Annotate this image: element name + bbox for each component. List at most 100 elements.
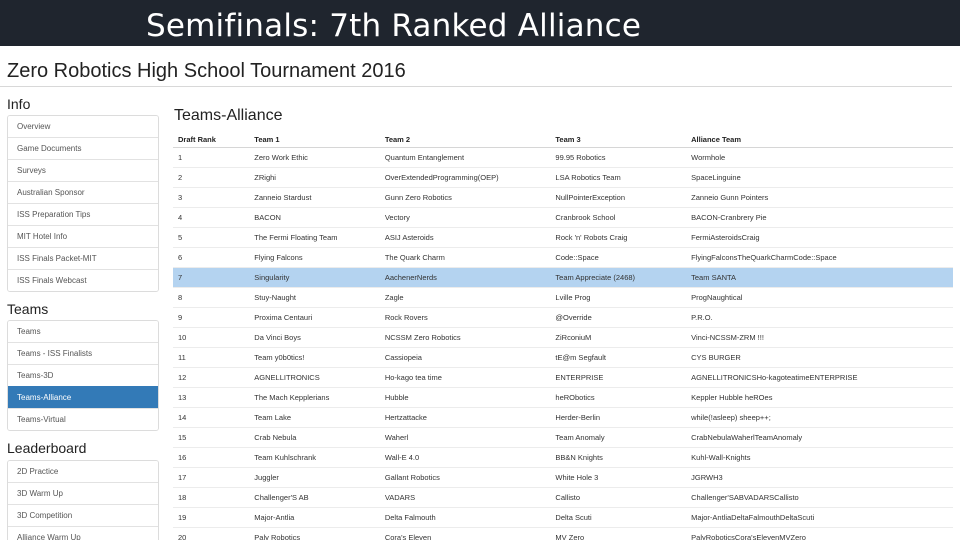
table-row[interactable]: 9 Proxima Centauri Rock Rovers @Override P.R… <box>173 307 953 328</box>
table-cell-team-2: OverExtendedProgramming(OEP) <box>379 167 551 188</box>
table-row[interactable]: 4 BACON Vectory Cranbrook School BACON-Cranb… <box>173 207 953 228</box>
table-cell-team-2: Gunn Zero Robotics <box>379 187 551 208</box>
table-cell-alliance-team: PalyRoboticsCora'sElevenMVZero <box>686 527 953 540</box>
table-cell-team-3: MV Zero <box>550 527 687 540</box>
table-cell-alliance-team: Wormhole <box>686 147 953 168</box>
sidebar-item-surveys[interactable]: Surveys <box>8 159 158 181</box>
site-title: Zero Robotics High School Tournament 201… <box>7 60 406 82</box>
table-cell-team-1: Team Lake <box>249 407 380 428</box>
sidebar-item-iss-finals-packet-mit[interactable]: ISS Finals Packet-MIT <box>8 247 158 269</box>
selection-highlight: AachenerNerds <box>379 268 551 287</box>
sidebar-heading-teams: Teams <box>7 301 49 317</box>
sidebar-item-game-documents[interactable]: Game Documents <box>8 137 158 159</box>
table-cell-draft-rank: 3 <box>173 187 250 208</box>
table-cell-team-2: AachenerNerds <box>379 267 551 288</box>
table-row[interactable]: 10 Da Vinci Boys NCSSM Zero Robotics ZiRcon… <box>173 327 953 348</box>
table-cell-alliance-team: FermiAsteroidsCraig <box>686 227 953 248</box>
table-cell-team-3: Code::Space <box>550 247 687 268</box>
table-row[interactable]: 8 Stuy-Naught Zagle Lville Prog ProgNaughtic… <box>173 287 953 308</box>
table-cell-team-1: Proxima Centauri <box>249 307 380 328</box>
sidebar-item-2d-practice[interactable]: 2D Practice <box>8 461 158 482</box>
table-row[interactable]: 15 Crab Nebula Waherl Team Anomaly CrabNebul… <box>173 427 953 448</box>
table-cell-team-2: NCSSM Zero Robotics <box>379 327 551 348</box>
table-cell-draft-rank: 19 <box>173 507 250 528</box>
table-cell-team-1: Juggler <box>249 467 380 488</box>
table-cell-alliance-team: Kuhl-Wall-Knights <box>686 447 953 468</box>
table-row[interactable]: 18 Challenger'S AB VADARS Callisto Challenge… <box>173 487 953 508</box>
slide-title: Semifinals: 7th Ranked Alliance <box>146 8 642 44</box>
table-cell-team-2: Zagle <box>379 287 551 308</box>
table-row[interactable]: 3 Zanneio Stardust Gunn Zero Robotics NullP… <box>173 187 953 208</box>
table-cell-team-1: Stuy-Naught <box>249 287 380 308</box>
table-cell-team-3: heRObotics <box>550 387 687 408</box>
table-cell-team-1: AGNELLITRONICS <box>249 367 380 388</box>
table-cell-alliance-team: SpaceLinguine <box>686 167 953 188</box>
table-cell-team-3: ZiRconiuM <box>550 327 687 348</box>
sidebar-item-3d-competition[interactable]: 3D Competition <box>8 504 158 526</box>
table-cell-team-3: Delta Scuti <box>550 507 687 528</box>
table-cell-team-2: Rock Rovers <box>379 307 551 328</box>
table-row[interactable]: 19 Major-Antlia Delta Falmouth Delta Scuti M… <box>173 507 953 528</box>
table-cell-draft-rank: 1 <box>173 147 250 168</box>
table-row[interactable]: 7 Singularity AachenerNerds Team Appreciate… <box>173 267 953 288</box>
sidebar-item-teams-iss-finalists[interactable]: Teams - ISS Finalists <box>8 342 158 364</box>
sidebar-nav-teams: Teams Teams - ISS Finalists Teams-3D Teams-… <box>7 320 159 431</box>
table-cell-draft-rank: 9 <box>173 307 250 328</box>
table-cell-draft-rank: 2 <box>173 167 250 188</box>
table-cell-draft-rank: 15 <box>173 427 250 448</box>
sidebar-item-teams-3d[interactable]: Teams-3D <box>8 364 158 386</box>
table-cell-team-1: Da Vinci Boys <box>249 327 380 348</box>
table-row[interactable]: 11 Team y0b0tics! Cassiopeia tE@m Segfault C… <box>173 347 953 368</box>
sidebar-item-alliance-warm-up[interactable]: Alliance Warm Up <box>8 526 158 540</box>
sidebar-item-3d-warm-up[interactable]: 3D Warm Up <box>8 482 158 504</box>
table-cell-team-1: Team Kuhlschrank <box>249 447 380 468</box>
sidebar-item-iss-finals-webcast[interactable]: ISS Finals Webcast <box>8 269 158 291</box>
column-header-team-2[interactable]: Team 2 <box>379 131 551 148</box>
table-cell-team-1: Zero Work Ethic <box>249 147 380 168</box>
table-row[interactable]: 17 Juggler Gallant Robotics White Hole 3 JGR… <box>173 467 953 488</box>
table-row[interactable]: 12 AGNELLITRONICS Ho-kago tea time ENTERPRI… <box>173 367 953 388</box>
alliance-table: Draft Rank Team 1 Team 2 Team 3 Alliance Tea… <box>173 131 953 540</box>
sidebar-item-mit-hotel-info[interactable]: MIT Hotel Info <box>8 225 158 247</box>
sidebar-item-teams-alliance[interactable]: Teams-Alliance <box>8 386 158 408</box>
sidebar-item-overview[interactable]: Overview <box>8 116 158 137</box>
table-cell-alliance-team: Vinci-NCSSM-ZRM !!! <box>686 327 953 348</box>
table-cell-team-1: The Fermi Floating Team <box>249 227 380 248</box>
table-cell-draft-rank: 10 <box>173 327 250 348</box>
table-row[interactable]: 2 ZRighi OverExtendedProgramming(OEP) LSA R… <box>173 167 953 188</box>
table-cell-team-3: LSA Robotics Team <box>550 167 687 188</box>
column-header-team-3[interactable]: Team 3 <box>550 131 687 148</box>
table-row[interactable]: 14 Team Lake Hertzattacke Herder-Berlin whil… <box>173 407 953 428</box>
table-cell-team-2: ASIJ Asteroids <box>379 227 551 248</box>
table-cell-team-3: tE@m Segfault <box>550 347 687 368</box>
table-cell-team-3: NullPointerException <box>550 187 687 208</box>
table-row[interactable]: 16 Team Kuhlschrank Wall-E 4.0 BB&N Knights… <box>173 447 953 468</box>
table-row[interactable]: 13 The Mach Kepplerians Hubble heRObotics Ke… <box>173 387 953 408</box>
sidebar-item-teams-virtual[interactable]: Teams-Virtual <box>8 408 158 430</box>
table-row[interactable]: 1 Zero Work Ethic Quantum Entanglement 99.9… <box>173 147 953 168</box>
selection-highlight: Team Appreciate (2468) <box>550 268 687 287</box>
table-cell-team-2: Ho-kago tea time <box>379 367 551 388</box>
sidebar-item-teams[interactable]: Teams <box>8 321 158 342</box>
table-cell-draft-rank: 20 <box>173 527 250 540</box>
table-cell-draft-rank: 7 <box>173 267 250 288</box>
table-cell-team-1: BACON <box>249 207 380 228</box>
table-row[interactable]: 5 The Fermi Floating Team ASIJ Asteroids Ro… <box>173 227 953 248</box>
table-row[interactable]: 20 Paly Robotics Cora's Eleven MV Zero PalyR… <box>173 527 953 540</box>
column-header-draft-rank[interactable]: Draft Rank <box>173 131 250 148</box>
table-cell-alliance-team: FlyingFalconsTheQuarkCharmCode::Space <box>686 247 953 268</box>
column-header-team-1[interactable]: Team 1 <box>249 131 380 148</box>
table-cell-alliance-team: Keppler Hubble heROes <box>686 387 953 408</box>
table-cell-alliance-team: P.R.O. <box>686 307 953 328</box>
table-row[interactable]: 6 Flying Falcons The Quark Charm Code::Spac… <box>173 247 953 268</box>
sidebar-heading-info: Info <box>7 96 31 112</box>
sidebar-item-iss-preparation-tips[interactable]: ISS Preparation Tips <box>8 203 158 225</box>
table-cell-team-2: Delta Falmouth <box>379 507 551 528</box>
table-body: 1 Zero Work Ethic Quantum Entanglement 99.9… <box>173 147 953 540</box>
sidebar-item-australian-sponsor[interactable]: Australian Sponsor <box>8 181 158 203</box>
table-cell-draft-rank: 4 <box>173 207 250 228</box>
selection-highlight: Singularity <box>249 268 380 287</box>
column-header-alliance-team[interactable]: Alliance Team <box>686 131 953 148</box>
table-cell-team-3: Lville Prog <box>550 287 687 308</box>
table-cell-team-1: Major-Antlia <box>249 507 380 528</box>
